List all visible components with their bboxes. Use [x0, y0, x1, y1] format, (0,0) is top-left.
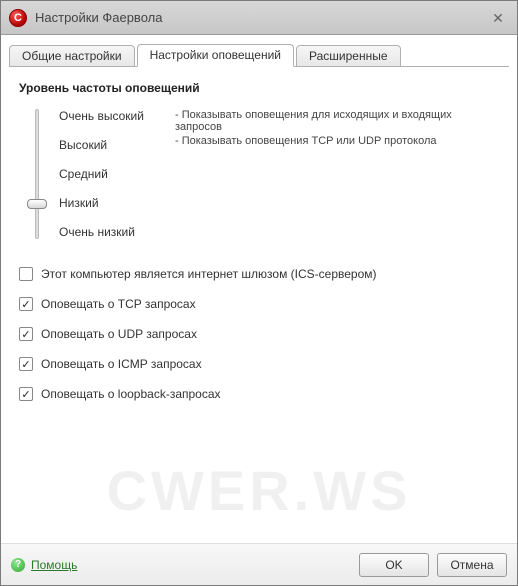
checkbox-group: Этот компьютер является интернет шлюзом …: [19, 267, 499, 401]
slider-column: Очень высокий Высокий Средний Низкий Оче…: [19, 109, 169, 239]
checkbox-icmp-box[interactable]: ✓: [19, 357, 33, 371]
tab-general[interactable]: Общие настройки: [9, 45, 135, 67]
checkbox-ics[interactable]: Этот компьютер является интернет шлюзом …: [19, 267, 499, 281]
tab-alerts[interactable]: Настройки оповещений: [137, 44, 294, 67]
level-description-line2: - Показывать оповещения TCP или UDP прот…: [175, 135, 499, 147]
checkbox-tcp-label: Оповещать о TCP запросах: [41, 297, 196, 311]
app-logo-icon: C: [9, 9, 27, 27]
checkbox-icmp[interactable]: ✓ Оповещать о ICMP запросах: [19, 357, 499, 371]
help-link[interactable]: ? Помощь: [11, 558, 77, 572]
level-high[interactable]: Высокий: [59, 138, 169, 152]
checkbox-loopback[interactable]: ✓ Оповещать о loopback-запросах: [19, 387, 499, 401]
checkbox-tcp-box[interactable]: ✓: [19, 297, 33, 311]
checkbox-loopback-box[interactable]: ✓: [19, 387, 33, 401]
checkbox-ics-label: Этот компьютер является интернет шлюзом …: [41, 267, 377, 281]
cancel-button[interactable]: Отмена: [437, 553, 507, 577]
ok-button[interactable]: OK: [359, 553, 429, 577]
cancel-button-label: Отмена: [450, 558, 493, 572]
slider-track: [35, 109, 39, 239]
level-description: - Показывать оповещения для исходящих и …: [169, 109, 499, 149]
help-link-label[interactable]: Помощь: [31, 558, 77, 572]
tab-advanced[interactable]: Расширенные: [296, 45, 401, 67]
footer: ? Помощь OK Отмена: [1, 543, 517, 585]
slider-labels: Очень высокий Высокий Средний Низкий Оче…: [49, 109, 169, 239]
tab-alerts-label: Настройки оповещений: [150, 48, 281, 62]
help-icon: ?: [11, 558, 25, 572]
checkbox-udp-label: Оповещать о UDP запросах: [41, 327, 197, 341]
level-medium[interactable]: Средний: [59, 167, 169, 181]
window-title: Настройки Фаервола: [35, 10, 487, 25]
tab-advanced-label: Расширенные: [309, 49, 388, 63]
level-low[interactable]: Низкий: [59, 196, 169, 210]
checkbox-udp[interactable]: ✓ Оповещать о UDP запросах: [19, 327, 499, 341]
level-very-low[interactable]: Очень низкий: [59, 225, 169, 239]
tab-bar: Общие настройки Настройки оповещений Рас…: [1, 35, 517, 67]
ok-button-label: OK: [385, 558, 402, 572]
level-very-high[interactable]: Очень высокий: [59, 109, 169, 123]
checkbox-ics-box[interactable]: [19, 267, 33, 281]
watermark: CWER.WS: [1, 458, 517, 523]
checkbox-udp-box[interactable]: ✓: [19, 327, 33, 341]
close-icon[interactable]: ✕: [487, 7, 509, 29]
section-title: Уровень частоты оповещений: [19, 81, 499, 95]
app-logo-letter: C: [14, 12, 22, 24]
checkbox-tcp[interactable]: ✓ Оповещать о TCP запросах: [19, 297, 499, 311]
level-description-line1: - Показывать оповещения для исходящих и …: [175, 109, 499, 133]
checkbox-loopback-label: Оповещать о loopback-запросах: [41, 387, 221, 401]
title-bar: C Настройки Фаервола ✕: [1, 1, 517, 35]
alert-level-row: Очень высокий Высокий Средний Низкий Оче…: [19, 109, 499, 239]
slider-track-wrap[interactable]: [25, 109, 49, 239]
content-pane: Уровень частоты оповещений Очень высокий…: [1, 67, 517, 543]
checkbox-icmp-label: Оповещать о ICMP запросах: [41, 357, 202, 371]
slider-thumb[interactable]: [27, 199, 47, 209]
tab-general-label: Общие настройки: [22, 49, 122, 63]
